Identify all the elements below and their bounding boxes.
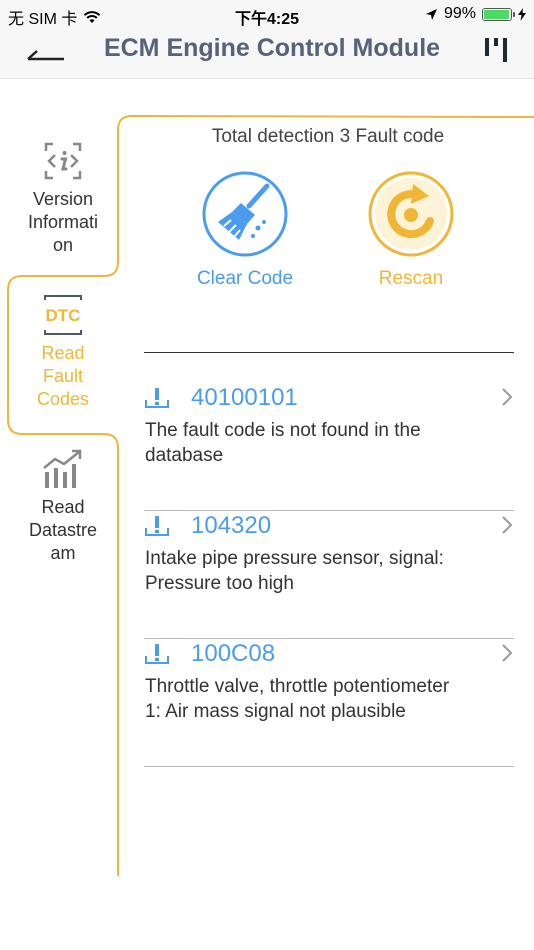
battery-percent: 99% xyxy=(443,5,476,22)
fault-code: 104320 xyxy=(191,512,272,539)
bar-chart-icon xyxy=(43,449,82,488)
back-arrow-icon[interactable] xyxy=(24,38,68,68)
tab-fault-codes-label: Read Fault Codes xyxy=(36,343,90,409)
fault-item[interactable]: 104320 Intake pipe pressure sensor, sign… xyxy=(144,511,514,639)
warning-icon xyxy=(145,516,169,536)
warning-icon xyxy=(145,388,169,408)
chevron-right-icon xyxy=(502,644,513,662)
status-bar: 无 SIM 卡 下午4:25 99% xyxy=(0,0,534,28)
location-arrow-icon xyxy=(425,8,437,20)
navigation-bar: ECM Engine Control Module xyxy=(0,28,534,79)
tab-version-label: Version Informati on xyxy=(27,189,99,255)
chevron-right-icon xyxy=(502,388,513,406)
rescan-button[interactable]: Rescan xyxy=(356,170,466,290)
rescan-icon xyxy=(368,171,454,257)
tab-read-fault-codes[interactable]: DTC Read Fault Codes xyxy=(8,294,118,411)
fault-description: Intake pipe pressure sensor, signal: Pre… xyxy=(145,548,444,594)
fault-item[interactable]: 100C08 Throttle valve, throttle potentio… xyxy=(144,639,514,767)
fault-description: Throttle valve, throttle potentiometer 1… xyxy=(145,676,450,722)
charging-bolt-icon xyxy=(518,7,526,21)
fault-code: 40100101 xyxy=(191,384,298,411)
tab-read-datastream[interactable]: Read Datastre am xyxy=(8,448,118,565)
tab-datastream-label: Read Datastre am xyxy=(28,497,98,563)
fault-description: The fault code is not found in the datab… xyxy=(145,420,421,466)
broom-icon xyxy=(202,171,288,257)
fault-item[interactable]: 40100101 The fault code is not found in … xyxy=(144,383,514,511)
rescan-label: Rescan xyxy=(378,268,444,289)
info-icon xyxy=(44,142,82,180)
clear-code-button[interactable]: Clear Code xyxy=(190,170,300,290)
menu-icon[interactable] xyxy=(482,35,512,65)
status-right: 99% xyxy=(425,5,526,23)
list-divider xyxy=(144,352,514,353)
dtc-icon: DTC xyxy=(42,294,84,336)
fault-code: 100C08 xyxy=(191,640,276,667)
warning-icon xyxy=(145,644,169,664)
tab-version-information[interactable]: Version Informati on xyxy=(8,140,118,257)
clear-code-label: Clear Code xyxy=(196,268,294,289)
detection-summary: Total detection 3 Fault code xyxy=(211,126,445,147)
battery-icon xyxy=(482,7,515,21)
page-title: ECM Engine Control Module xyxy=(103,34,441,62)
row-divider xyxy=(144,766,514,767)
chevron-right-icon xyxy=(502,516,513,534)
